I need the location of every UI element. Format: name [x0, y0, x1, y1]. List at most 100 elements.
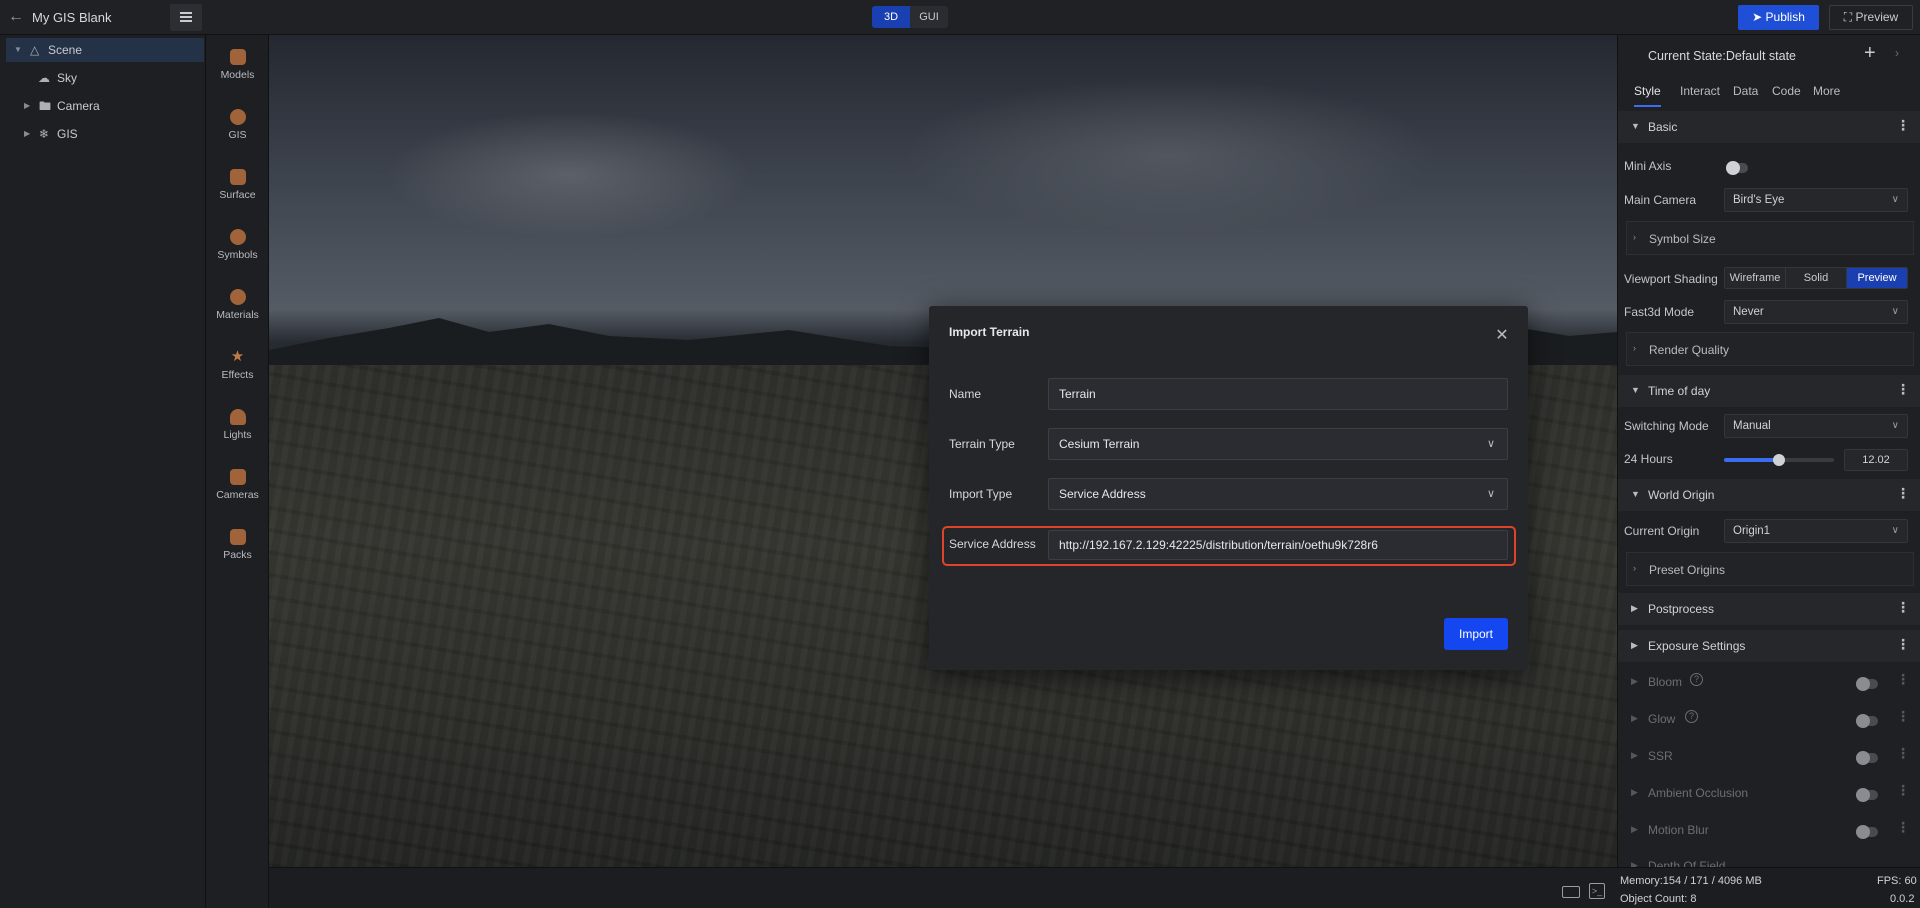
more-vertical-icon[interactable]: ⋮: [1896, 819, 1910, 836]
view-mode-gui[interactable]: GUI: [910, 6, 948, 28]
current-origin-label: Current Origin: [1624, 524, 1700, 538]
help-icon[interactable]: ?: [1690, 673, 1703, 686]
hours-slider[interactable]: [1724, 454, 1834, 466]
preset-origins-group[interactable]: › Preset Origins: [1626, 552, 1914, 586]
tab-interact[interactable]: Interact: [1680, 75, 1720, 107]
help-icon[interactable]: ?: [1685, 710, 1698, 723]
name-input[interactable]: Terrain: [1048, 378, 1508, 410]
switching-mode-select[interactable]: Manual ∨: [1724, 414, 1908, 438]
caret-right-icon[interactable]: ▶: [24, 122, 30, 146]
preview-button[interactable]: ⛶ Preview: [1829, 5, 1913, 30]
caret-right-icon[interactable]: ▶: [24, 94, 30, 118]
render-quality-group[interactable]: › Render Quality: [1626, 332, 1914, 366]
tab-more[interactable]: More: [1813, 75, 1840, 107]
version-label: 0.0.2: [1890, 893, 1915, 905]
ssr-toggle[interactable]: [1856, 751, 1878, 765]
terrain-type-select[interactable]: Cesium Terrain ∨: [1048, 428, 1508, 460]
section-time-of-day[interactable]: ▼ Time of day ⋮: [1618, 375, 1920, 407]
keyboard-icon[interactable]: [1562, 886, 1580, 898]
memory-stat: Memory:154 / 171 / 4096 MB: [1620, 875, 1762, 887]
more-vertical-icon[interactable]: ⋮: [1896, 485, 1910, 502]
terminal-icon[interactable]: >_: [1589, 883, 1605, 899]
section-exposure-settings[interactable]: ▶ Exposure Settings ⋮: [1618, 630, 1920, 662]
symbol-size-group[interactable]: › Symbol Size: [1626, 221, 1914, 255]
more-vertical-icon[interactable]: ⋮: [1896, 117, 1910, 134]
asset-cameras[interactable]: Cameras: [206, 465, 269, 515]
back-arrow-icon[interactable]: ←: [8, 8, 26, 26]
chevron-down-icon: ∨: [1891, 525, 1899, 536]
more-vertical-icon[interactable]: ⋮: [1896, 381, 1910, 398]
tab-code[interactable]: Code: [1772, 75, 1801, 107]
status-bar: >_ Memory:154 / 171 / 4096 MB FPS: 60 Ob…: [269, 867, 1920, 908]
bloom-toggle[interactable]: [1856, 677, 1878, 691]
caret-down-icon: ▼: [1631, 385, 1640, 395]
view-mode-3d[interactable]: 3D: [872, 6, 910, 28]
glow-toggle[interactable]: [1856, 714, 1878, 728]
service-address-input[interactable]: http://192.167.2.129:42225/distribution/…: [1048, 530, 1508, 560]
caret-down-icon[interactable]: ▼: [14, 38, 22, 62]
depth-of-field-row[interactable]: ▶ Depth Of Field: [1618, 851, 1920, 867]
asset-materials[interactable]: Materials: [206, 285, 269, 335]
motion-blur-toggle[interactable]: [1856, 825, 1878, 839]
tree-item-sky[interactable]: ☁ Sky: [6, 66, 204, 90]
import-button[interactable]: Import: [1444, 618, 1508, 650]
tab-style[interactable]: Style: [1634, 75, 1661, 107]
more-vertical-icon[interactable]: ⋮: [1896, 671, 1910, 688]
cameras-icon: [229, 469, 246, 485]
shading-preview[interactable]: Preview: [1847, 268, 1907, 288]
hours-slider-handle[interactable]: [1773, 454, 1785, 466]
asset-lights[interactable]: Lights: [206, 405, 269, 455]
import-type-select[interactable]: Service Address ∨: [1048, 478, 1508, 510]
add-state-icon[interactable]: +: [1864, 42, 1876, 65]
publish-button[interactable]: ➤ Publish: [1738, 5, 1819, 30]
bloom-row[interactable]: ▶ Bloom ? ⋮: [1618, 667, 1920, 697]
fullscreen-icon: ⛶: [1843, 10, 1853, 24]
shading-solid[interactable]: Solid: [1786, 268, 1847, 288]
section-basic[interactable]: ▼ Basic ⋮: [1618, 111, 1920, 143]
asset-bar: Models GIS Surface Symbols Materials ★ E…: [206, 35, 269, 908]
3d-viewport[interactable]: Import Terrain ✕ Name Terrain Terrain Ty…: [269, 35, 1617, 867]
shading-wireframe[interactable]: Wireframe: [1725, 268, 1786, 288]
main-camera-label: Main Camera: [1624, 193, 1697, 207]
viewport-shading-switch: Wireframe Solid Preview: [1724, 267, 1908, 289]
asset-gis[interactable]: GIS: [206, 105, 269, 155]
lights-icon: [229, 409, 246, 425]
more-vertical-icon[interactable]: ⋮: [1896, 745, 1910, 762]
caret-right-icon: ▶: [1631, 787, 1638, 797]
surface-icon: [229, 169, 246, 185]
viewport-shading-label: Viewport Shading: [1624, 272, 1718, 286]
motion-blur-row[interactable]: ▶ Motion Blur ⋮: [1618, 815, 1920, 845]
tab-data[interactable]: Data: [1733, 75, 1758, 107]
panel-tabs: Style Interact Data Code More: [1618, 75, 1920, 107]
mini-axis-toggle[interactable]: [1726, 161, 1748, 175]
tree-item-gis[interactable]: ▶ ❄ GIS: [6, 122, 204, 146]
more-vertical-icon[interactable]: ⋮: [1896, 599, 1910, 616]
main-camera-select[interactable]: Bird's Eye ∨: [1724, 188, 1908, 212]
ambient-occlusion-toggle[interactable]: [1856, 788, 1878, 802]
materials-icon: [229, 289, 246, 305]
asset-symbols[interactable]: Symbols: [206, 225, 269, 275]
glow-row[interactable]: ▶ Glow ? ⋮: [1618, 704, 1920, 734]
fast3d-select[interactable]: Never ∨: [1724, 300, 1908, 324]
tree-item-camera[interactable]: ▶ 🖿 Camera: [6, 94, 204, 118]
current-origin-select[interactable]: Origin1 ∨: [1724, 519, 1908, 543]
chevron-right-icon[interactable]: ›: [1895, 46, 1899, 60]
tree-item-scene[interactable]: ▼ △ Scene: [6, 38, 204, 62]
more-vertical-icon[interactable]: ⋮: [1896, 636, 1910, 653]
effects-icon: ★: [230, 348, 245, 365]
asset-surface[interactable]: Surface: [206, 165, 269, 215]
ambient-occlusion-row[interactable]: ▶ Ambient Occlusion ⋮: [1618, 778, 1920, 808]
section-world-origin[interactable]: ▼ World Origin ⋮: [1618, 479, 1920, 511]
hours-input[interactable]: 12.02: [1844, 449, 1908, 471]
caret-right-icon: ›: [1633, 343, 1636, 353]
close-icon[interactable]: ✕: [1495, 328, 1509, 344]
section-postprocess[interactable]: ▶ Postprocess ⋮: [1618, 593, 1920, 625]
asset-packs[interactable]: Packs: [206, 525, 269, 575]
more-vertical-icon[interactable]: ⋮: [1896, 782, 1910, 799]
caret-right-icon: ▶: [1631, 603, 1638, 613]
hamburger-menu-icon[interactable]: [170, 4, 202, 31]
more-vertical-icon[interactable]: ⋮: [1896, 708, 1910, 725]
ssr-row[interactable]: ▶ SSR ⋮: [1618, 741, 1920, 771]
asset-models[interactable]: Models: [206, 45, 269, 95]
asset-effects[interactable]: ★ Effects: [206, 345, 269, 395]
